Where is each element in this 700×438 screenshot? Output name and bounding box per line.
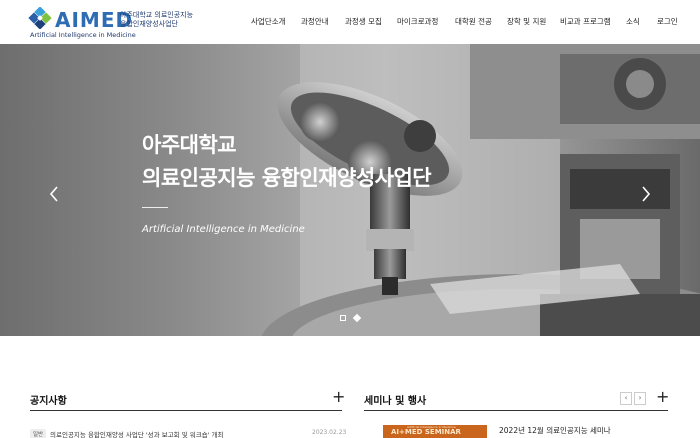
- seminar-thumbnail[interactable]: Artificial Intelligence in Medicine AI+M…: [383, 425, 487, 438]
- nav-item-login[interactable]: 로그인: [657, 17, 678, 27]
- chevron-right-icon: [642, 186, 651, 202]
- slider-dot-2-active[interactable]: [352, 313, 362, 323]
- slider-pagination: [340, 313, 362, 324]
- seminars-divider: [364, 410, 668, 411]
- nav-item-extracurricular[interactable]: 비교과 프로그램: [560, 17, 611, 27]
- nav-item-recruitment[interactable]: 과정생 모집: [345, 17, 382, 27]
- slider-next-button[interactable]: [638, 182, 654, 206]
- chevron-left-icon: [49, 186, 58, 202]
- seminar-item-title[interactable]: 2022년 12월 의료인공지능 세미나: [499, 425, 611, 436]
- logo-tagline: Artificial Intelligence in Medicine: [30, 31, 136, 39]
- seminar-prev-button[interactable]: ‹: [620, 392, 632, 405]
- nav-item-graduate-major[interactable]: 대학원 전공: [455, 17, 492, 27]
- notices-title: 공지사항: [30, 396, 67, 407]
- hero-slider: 아주대학교 의료인공지능 융합인재양성사업단 Artificial Intell…: [0, 44, 700, 336]
- notice-item-date: 2023.02.23: [312, 429, 347, 436]
- nav-item-micro-course[interactable]: 마이크로과정: [397, 17, 438, 27]
- slider-dot-1[interactable]: [340, 315, 346, 321]
- hero-title-line1: 아주대학교: [142, 133, 237, 157]
- seminar-thumb-title: AI+MED SEMINAR: [391, 428, 461, 436]
- seminars-title: 세미나 및 행사: [364, 396, 427, 407]
- aimed-logo[interactable]: AIMED 아주대학교 의료인공지능 융합인재양성사업단 Artificial …: [28, 7, 228, 41]
- nav-item-courses[interactable]: 과정안내: [301, 17, 329, 27]
- hero-divider: [142, 207, 168, 208]
- notices-more-button[interactable]: +: [332, 389, 345, 405]
- hero-title-line2: 의료인공지능 융합인재양성사업단: [142, 166, 432, 190]
- nav-item-news[interactable]: 소식: [626, 17, 640, 27]
- notices-divider: [30, 410, 342, 411]
- nav-item-about[interactable]: 사업단소개: [251, 17, 286, 27]
- hero-subtitle: Artificial Intelligence in Medicine: [142, 224, 305, 235]
- logo-mark-icon: [28, 7, 52, 29]
- slider-prev-button[interactable]: [46, 182, 62, 206]
- notice-item-title[interactable]: 의료인공지능 융합인재양성 사업단 '성과 보고회 및 워크숍' 개최: [50, 429, 224, 438]
- logo-korean-line1: 아주대학교 의료인공지능: [120, 11, 194, 19]
- seminar-next-button[interactable]: ›: [634, 392, 646, 405]
- seminars-more-button[interactable]: +: [656, 389, 669, 405]
- notice-tag: 일반: [30, 429, 47, 438]
- logo-korean-line2: 융합인재양성사업단: [120, 20, 178, 28]
- site-header: AIMED 아주대학교 의료인공지능 융합인재양성사업단 Artificial …: [0, 0, 700, 44]
- nav-item-scholarship[interactable]: 장학 및 지원: [507, 17, 546, 27]
